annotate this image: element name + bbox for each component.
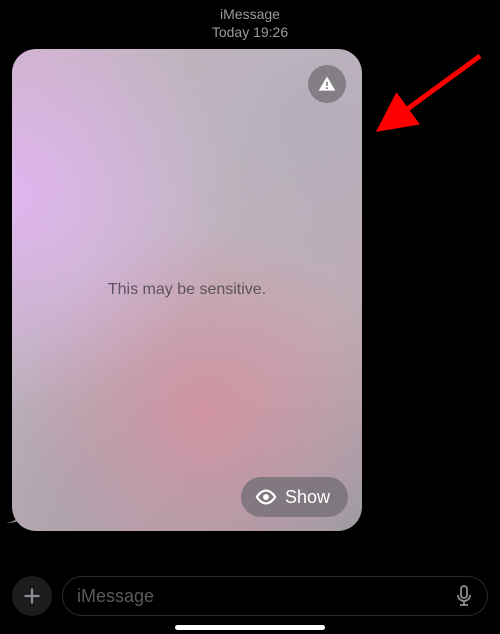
- message-input[interactable]: iMessage: [62, 576, 488, 616]
- attach-button[interactable]: [12, 576, 52, 616]
- sensitive-image-bubble[interactable]: This may be sensitive. Show: [12, 49, 362, 531]
- warning-icon: [317, 74, 337, 94]
- sensitive-caption: This may be sensitive.: [12, 281, 362, 299]
- conversation-header: iMessage Today 19:26: [0, 0, 500, 41]
- show-button[interactable]: Show: [241, 477, 348, 517]
- plus-icon: [22, 586, 42, 606]
- message-input-placeholder: iMessage: [77, 586, 455, 607]
- home-indicator[interactable]: [175, 625, 325, 630]
- microphone-icon: [455, 584, 473, 608]
- eye-icon: [255, 486, 277, 508]
- show-button-label: Show: [285, 487, 330, 508]
- composer-bar: iMessage: [0, 576, 500, 616]
- messages-area: This may be sensitive. Show: [0, 41, 500, 531]
- incoming-message: This may be sensitive. Show: [12, 49, 372, 531]
- sensitive-warning-badge[interactable]: [308, 65, 346, 103]
- dictation-button[interactable]: [455, 584, 473, 608]
- service-label: iMessage: [0, 6, 500, 24]
- timestamp-label: Today 19:26: [0, 24, 500, 42]
